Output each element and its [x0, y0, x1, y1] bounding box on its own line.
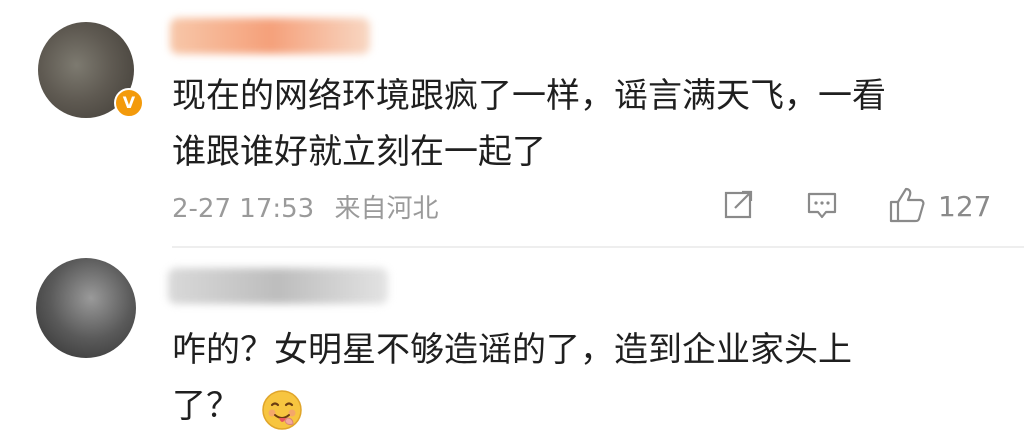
comment-text-line: 现在的网络环境跟疯了一样，谣言满天飞，一看	[172, 76, 886, 116]
comment-text: 现在的网络环境跟疯了一样，谣言满天飞，一看 谁跟谁好就立刻在一起了	[172, 68, 992, 180]
share-icon[interactable]	[723, 188, 755, 220]
username-redacted[interactable]	[170, 18, 370, 54]
smiling-face-with-tongue-icon	[262, 390, 302, 430]
divider	[172, 246, 1024, 248]
comment-item: 咋的？女明星不够造谣的了，造到企业家头上 了？	[0, 250, 1024, 438]
like-icon[interactable]	[888, 186, 926, 224]
comment-item: V 现在的网络环境跟疯了一样，谣言满天飞，一看 谁跟谁好就立刻在一起了 2-27…	[0, 0, 1024, 250]
comment-text-line: 咋的？女明星不够造谣的了，造到企业家头上	[172, 330, 852, 370]
username-redacted[interactable]	[168, 268, 388, 304]
comment-actions: 127	[0, 186, 1024, 226]
comment-icon[interactable]	[806, 190, 838, 222]
avatar[interactable]	[36, 258, 136, 358]
verified-badge: V	[114, 88, 144, 118]
comment-text-line: 谁跟谁好就立刻在一起了	[172, 132, 546, 172]
like-count: 127	[938, 190, 992, 223]
